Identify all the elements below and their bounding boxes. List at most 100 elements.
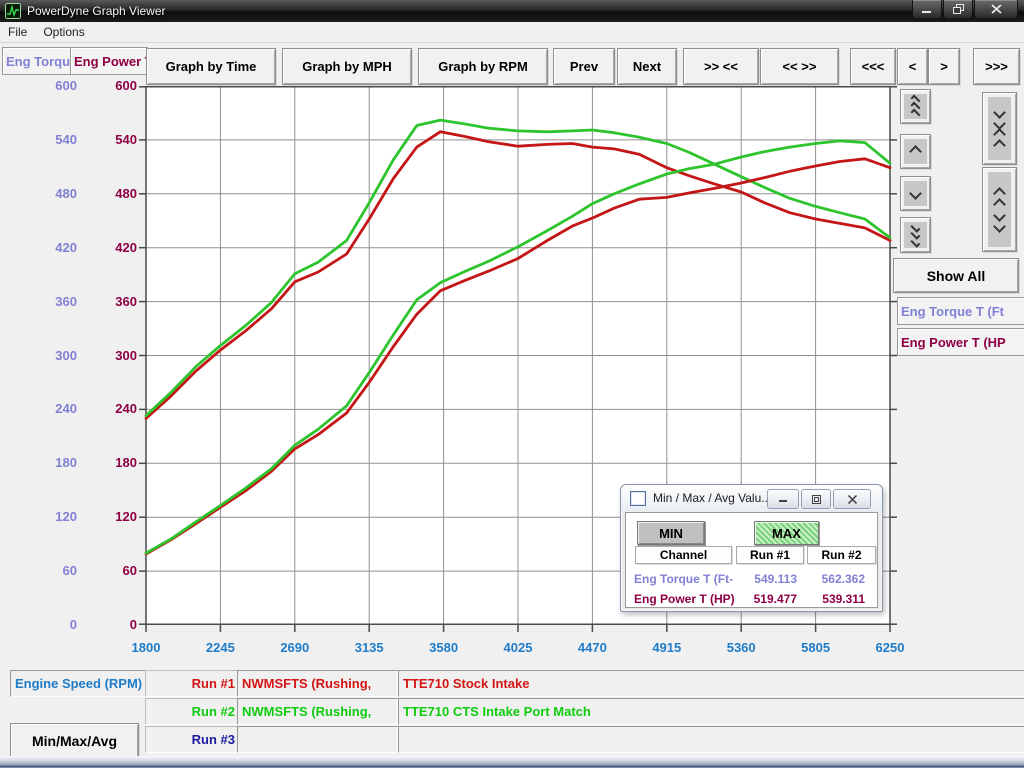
power-axis-tick-label: 480	[87, 186, 137, 201]
rpm-axis-tick-label: 1800	[116, 640, 176, 655]
dialog-title: Min / Max / Avg Valu...	[653, 491, 771, 505]
chevron-down-button[interactable]	[900, 176, 931, 211]
torque-axis-tick-label: 360	[27, 294, 77, 309]
power-axis-tick-label: 0	[87, 617, 137, 632]
rpm-axis-tick-label: 4470	[562, 640, 622, 655]
pan-far-left-button[interactable]: <<<	[850, 48, 896, 85]
dialog-close-button[interactable]	[833, 489, 871, 509]
torque-axis-header[interactable]: Eng Torque T (Ft	[2, 47, 75, 75]
dialog-max-value: 562.362	[807, 571, 865, 587]
power-axis-tick-label: 540	[87, 132, 137, 147]
expand-vertical-icon	[988, 172, 1011, 247]
prev-button[interactable]: Prev	[553, 48, 615, 85]
rpm-axis-tick-label: 2690	[265, 640, 325, 655]
torque-axis-tick-label: 60	[27, 563, 77, 578]
dialog-minimize-button[interactable]	[767, 489, 799, 509]
collapse-vertical-button[interactable]	[982, 92, 1017, 165]
rpm-axis-tick-label: 3135	[339, 640, 399, 655]
expand-vertical-button[interactable]	[982, 167, 1017, 252]
chevron-up-button[interactable]	[900, 134, 931, 169]
power-axis-tick-label: 300	[87, 348, 137, 363]
dialog-max-value: 519.477	[737, 591, 797, 607]
rpm-axis-tick-label: 6250	[860, 640, 920, 655]
power-axis-tick-label: 60	[87, 563, 137, 578]
graph-by-rpm-button[interactable]: Graph by RPM	[418, 48, 548, 85]
rpm-axis-tick-label: 2245	[190, 640, 250, 655]
run-description-2[interactable]: TTE710 CTS Intake Port Match	[398, 698, 1024, 725]
power-axis-tick-label: 180	[87, 455, 137, 470]
dialog-column-run-1[interactable]: Run #1	[736, 546, 804, 564]
restore-button[interactable]	[943, 0, 973, 19]
torque-axis-tick-label: 600	[27, 78, 77, 93]
graph-by-mph-button[interactable]: Graph by MPH	[282, 48, 412, 85]
run-source-2[interactable]: NWMSFTS (Rushing,	[237, 698, 398, 725]
next-button[interactable]: Next	[617, 48, 677, 85]
menu-item-file[interactable]: File	[0, 25, 35, 39]
app-window: PowerDyne Graph Viewer FileOptions Eng T…	[0, 0, 1024, 768]
torque-axis-tick-label: 0	[27, 617, 77, 632]
triple-chevron-down-button[interactable]	[900, 217, 931, 253]
close-button[interactable]	[974, 0, 1018, 19]
dialog-max-value: 549.113	[737, 571, 797, 587]
torque-axis-tick-label: 540	[27, 132, 77, 147]
collapse-vertical-icon	[988, 97, 1011, 160]
pan-left-button[interactable]: <	[897, 48, 928, 85]
rpm-axis-tick-label: 5805	[786, 640, 846, 655]
min-toggle-button[interactable]: MIN	[637, 521, 705, 545]
x-channel-box[interactable]: Engine Speed (RPM)	[10, 670, 147, 697]
minmax-dialog: Min / Max / Avg Valu... MIN MAX ChannelR…	[620, 484, 883, 612]
dialog-column-run-2[interactable]: Run #2	[807, 546, 876, 564]
zoom-in-x-button[interactable]: >> <<	[683, 48, 759, 85]
menu-bar: FileOptions	[0, 22, 1024, 43]
torque-axis-tick-label: 300	[27, 348, 77, 363]
dialog-row-label: Eng Power T (HP)	[634, 591, 739, 607]
power-axis-tick-label: 120	[87, 509, 137, 524]
app-icon	[5, 3, 21, 19]
run-description-3[interactable]	[398, 726, 1024, 753]
pan-right-button[interactable]: >	[928, 48, 960, 85]
torque-axis-tick-label: 240	[27, 401, 77, 416]
power-channel-box[interactable]: Eng Power T (HP	[897, 328, 1024, 356]
run-source-1[interactable]: NWMSFTS (Rushing,	[237, 670, 398, 697]
dialog-restore-button[interactable]	[801, 489, 831, 509]
power-axis-tick-label: 240	[87, 401, 137, 416]
minimize-button[interactable]	[912, 0, 942, 19]
zoom-out-x-button[interactable]: << >>	[760, 48, 839, 85]
run-label-2: Run #2	[145, 698, 240, 725]
minmax-avg-button[interactable]: Min/Max/Avg	[10, 723, 139, 759]
window-bottom-frame	[0, 756, 1024, 768]
triple-chevron-up-icon	[904, 94, 927, 119]
run-label-3: Run #3	[145, 726, 240, 753]
torque-axis-tick-label: 420	[27, 240, 77, 255]
torque-axis-tick-label: 120	[27, 509, 77, 524]
power-axis-tick-label: 600	[87, 78, 137, 93]
torque-channel-box[interactable]: Eng Torque T (Ft	[897, 297, 1024, 325]
window-title: PowerDyne Graph Viewer	[27, 4, 166, 18]
chevron-up-icon	[904, 139, 927, 164]
power-axis-tick-label: 420	[87, 240, 137, 255]
dialog-icon	[630, 491, 646, 506]
pan-far-right-button[interactable]: >>>	[973, 48, 1020, 85]
chevron-down-icon	[904, 181, 927, 206]
rpm-axis-tick-label: 4915	[637, 640, 697, 655]
dialog-row-label: Eng Torque T (Ft-	[634, 571, 739, 587]
dialog-max-value: 539.311	[807, 591, 865, 607]
torque-axis-tick-label: 180	[27, 455, 77, 470]
power-axis-tick-label: 360	[87, 294, 137, 309]
graph-by-time-button[interactable]: Graph by Time	[146, 48, 276, 85]
title-bar: PowerDyne Graph Viewer	[0, 0, 1024, 22]
rpm-axis-tick-label: 4025	[488, 640, 548, 655]
rpm-axis-tick-label: 5360	[711, 640, 771, 655]
triple-chevron-up-button[interactable]	[900, 89, 931, 124]
show-all-button[interactable]: Show All	[893, 258, 1019, 293]
power-axis-header[interactable]: Eng Power T (HP	[70, 47, 148, 75]
run-label-1: Run #1	[145, 670, 240, 697]
torque-axis-tick-label: 480	[27, 186, 77, 201]
run-description-1[interactable]: TTE710 Stock Intake	[398, 670, 1024, 697]
menu-item-options[interactable]: Options	[35, 25, 92, 39]
dialog-column-channel[interactable]: Channel	[635, 546, 732, 564]
run-source-3[interactable]	[237, 726, 398, 753]
rpm-axis-tick-label: 3580	[414, 640, 474, 655]
triple-chevron-down-icon	[904, 222, 927, 248]
max-toggle-button[interactable]: MAX	[754, 521, 819, 545]
